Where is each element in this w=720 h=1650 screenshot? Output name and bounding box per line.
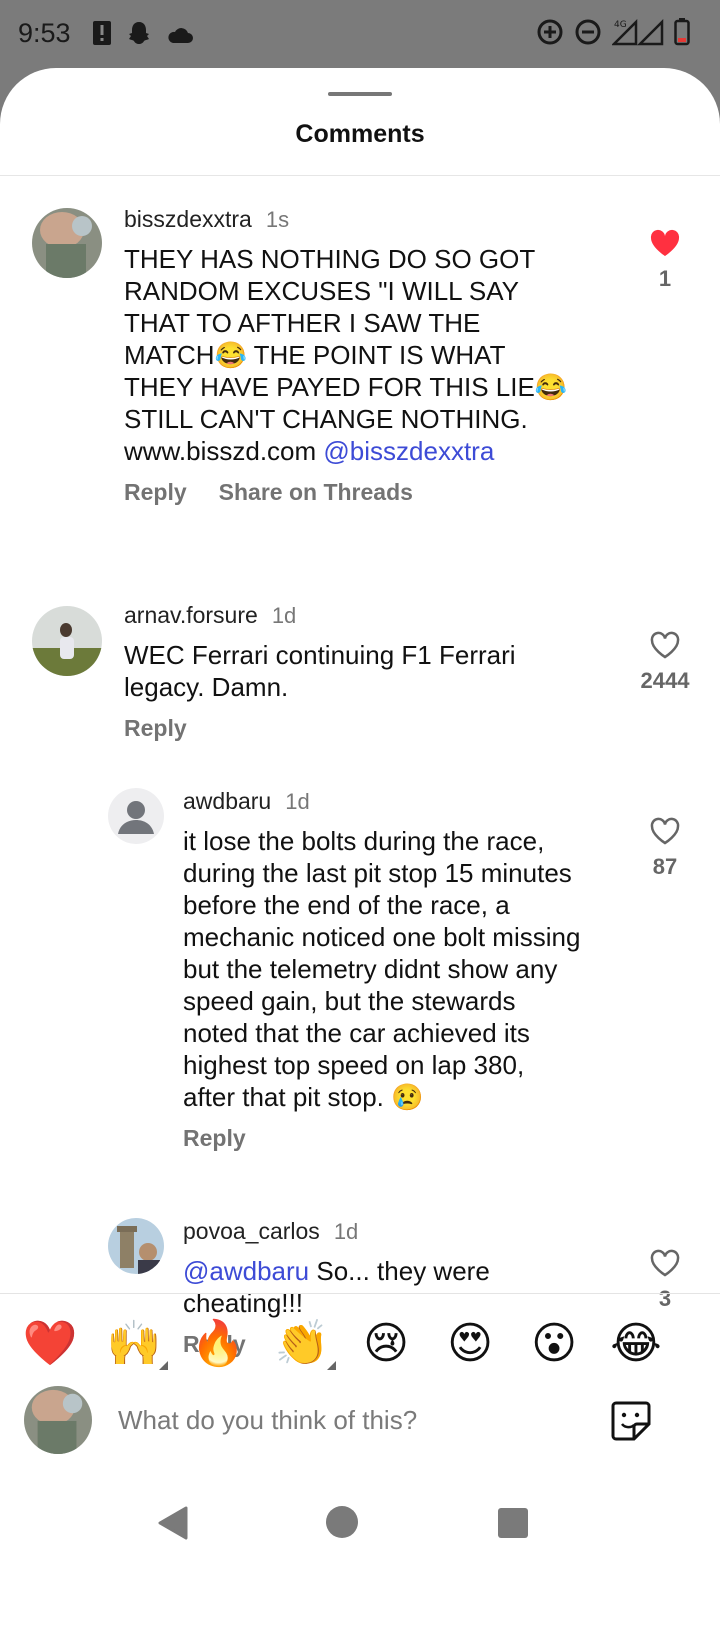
emoji-clapping-hands: 👏	[274, 1318, 330, 1369]
status-icons-right: 4G	[536, 18, 690, 53]
comment-text: WEC Ferrari continuing F1 Ferrari legacy…	[124, 640, 516, 702]
comment-text: @awdbaru So... they were cheating!!!	[183, 1255, 583, 1319]
like-column: 1	[630, 228, 700, 292]
signal-icon: 4G	[610, 18, 664, 53]
threads-mention-link[interactable]: @bisszdexxtra	[323, 436, 494, 466]
comment-body: bisszdexxtra 1s THEY HAS NOTHING DO SO G…	[124, 206, 574, 506]
comment-header: arnav.forsure 1d	[124, 602, 574, 629]
back-icon[interactable]	[156, 1506, 188, 1544]
heart-outline-icon[interactable]	[649, 630, 681, 660]
comment-actions: Reply	[124, 715, 574, 742]
emoji-crying-face-button[interactable]: 😢	[356, 1314, 416, 1374]
recent-apps-icon[interactable]	[498, 1508, 528, 1538]
default-avatar-icon[interactable]	[108, 788, 164, 844]
svg-text:4G: 4G	[614, 20, 627, 30]
heart-filled-icon[interactable]	[649, 228, 681, 258]
emoji-clapping-hands-button[interactable]: 👏	[272, 1314, 336, 1374]
alert-icon	[92, 20, 112, 53]
avatar[interactable]	[32, 208, 102, 278]
avatar[interactable]	[108, 1218, 164, 1274]
comment-username[interactable]: awdbaru	[183, 788, 271, 815]
comment-username[interactable]: povoa_carlos	[183, 1218, 320, 1245]
like-column: 3	[630, 1248, 700, 1312]
emoji-tears-of-joy-button[interactable]: 😂	[606, 1314, 666, 1374]
comment-text: THEY HAS NOTHING DO SO GOT RANDOM EXCUSE…	[124, 243, 574, 467]
status-time: 9:53	[18, 18, 71, 48]
current-user-avatar	[24, 1386, 92, 1454]
like-count: 1	[658, 266, 672, 291]
emoji-red-heart-button[interactable]: ❤️	[20, 1314, 80, 1374]
emoji-raising-hands: 🙌	[106, 1318, 162, 1369]
emoji-raising-hands-button[interactable]: 🙌	[104, 1314, 168, 1374]
reply-button[interactable]: Reply	[183, 1125, 246, 1152]
comment-actions: Reply Share on Threads	[124, 479, 574, 506]
comment-header: bisszdexxtra 1s	[124, 206, 574, 233]
comment-input[interactable]	[118, 1400, 588, 1440]
comment-composer	[0, 1386, 720, 1456]
reply-button[interactable]: Reply	[124, 715, 187, 742]
like-column: 2444	[630, 630, 700, 694]
comment-text: it lose the bolts during the race, durin…	[183, 826, 581, 1112]
status-icons-left	[92, 20, 194, 53]
comment-header: povoa_carlos 1d	[183, 1218, 583, 1245]
system-nav-bar	[0, 1488, 720, 1558]
skin-tone-indicator-icon	[159, 1361, 168, 1370]
comment-timestamp: 1s	[265, 207, 290, 232]
heart-outline-icon[interactable]	[649, 1248, 681, 1278]
comment-body: arnav.forsure 1d WEC Ferrari continuing …	[124, 602, 574, 742]
comment-header: awdbaru 1d	[183, 788, 583, 815]
home-icon[interactable]	[326, 1506, 358, 1538]
status-bar: 9:53 4G	[0, 0, 720, 70]
like-count: 2444	[640, 668, 690, 693]
like-count: 87	[652, 854, 678, 879]
comment-body: awdbaru 1d it lose the bolts during the …	[183, 788, 583, 1152]
do-not-disturb-icon	[574, 18, 602, 53]
emoji-fire-button[interactable]: 🔥	[188, 1314, 248, 1374]
heart-outline-icon[interactable]	[649, 816, 681, 846]
comment-timestamp: 1d	[333, 1219, 359, 1244]
battery-low-icon	[674, 18, 690, 53]
comment-actions: Reply	[183, 1125, 583, 1152]
emoji-quick-bar: ❤️ 🙌 🔥 👏 😢 😍 😮 😂	[0, 1314, 720, 1374]
comment-username[interactable]: arnav.forsure	[124, 602, 258, 629]
like-count: 3	[658, 1286, 672, 1311]
like-column: 87	[630, 816, 700, 880]
emoji-heart-eyes-button[interactable]: 😍	[440, 1314, 500, 1374]
comments-sheet: Comments bisszdexxtra 1s THEY HAS NOTHIN…	[0, 68, 720, 1650]
snapchat-ghost-icon	[126, 20, 152, 53]
divider	[0, 1293, 720, 1294]
share-on-threads-button[interactable]: Share on Threads	[219, 479, 413, 506]
comment-timestamp: 1d	[271, 603, 297, 628]
reply-button[interactable]: Reply	[124, 479, 187, 506]
avatar[interactable]	[32, 606, 102, 676]
data-saver-icon	[536, 18, 564, 53]
sticker-icon[interactable]	[610, 1400, 652, 1442]
sheet-title: Comments	[295, 120, 425, 148]
comment-timestamp: 1d	[285, 789, 310, 814]
comment-list[interactable]: bisszdexxtra 1s THEY HAS NOTHING DO SO G…	[0, 176, 720, 1361]
comment-username[interactable]: bisszdexxtra	[124, 206, 252, 233]
drag-handle[interactable]	[328, 92, 392, 96]
emoji-surprised-face-button[interactable]: 😮	[524, 1314, 584, 1374]
cloud-icon	[166, 22, 194, 52]
mention-link[interactable]: @awdbaru	[183, 1256, 309, 1286]
comment-text-main: THEY HAS NOTHING DO SO GOT RANDOM EXCUSE…	[124, 244, 568, 466]
skin-tone-indicator-icon	[327, 1361, 336, 1370]
